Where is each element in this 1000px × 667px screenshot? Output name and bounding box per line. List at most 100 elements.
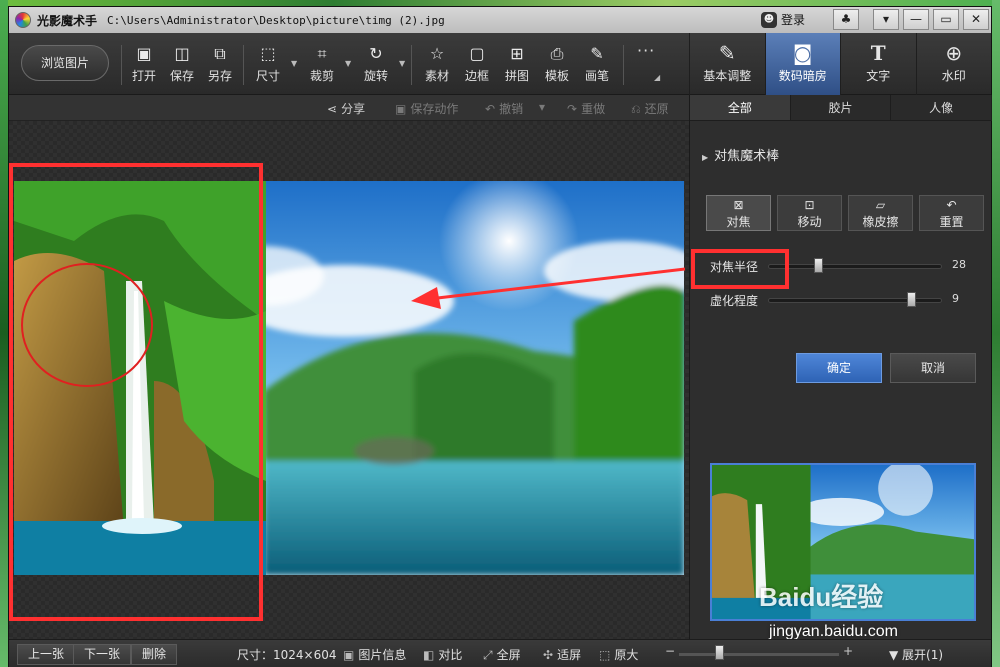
menu-icon: ▾ bbox=[882, 12, 890, 26]
tab-watermark[interactable]: ⊕ 水印 bbox=[915, 33, 992, 95]
move-button[interactable]: ⊡ 移动 bbox=[777, 195, 842, 231]
save-as-button[interactable]: ⧉ 另存 bbox=[201, 43, 239, 84]
browse-images-button[interactable]: 浏览图片 bbox=[21, 45, 109, 81]
blur-degree-slider[interactable]: 虚化程度 9 bbox=[710, 291, 980, 309]
rotate-dropdown-arrow[interactable]: ▼ bbox=[399, 59, 405, 68]
template-icon: ⎙ bbox=[550, 44, 564, 63]
confirm-button[interactable]: 确定 bbox=[796, 353, 882, 383]
action-bar: ⋖ 分享 ▣ 保存动作 ↶ 撤销 ▾ ↷ 重做 ⎌ 还原 bbox=[9, 95, 689, 121]
prev-image-button[interactable]: 上一张 bbox=[17, 644, 76, 665]
redo-button[interactable]: ↷ 重做 bbox=[567, 100, 605, 117]
save-icon: ◫ bbox=[174, 44, 190, 63]
menu-button[interactable]: ▾ bbox=[873, 9, 899, 30]
zoom-out-button[interactable]: − bbox=[665, 644, 675, 658]
zoom-slider-thumb[interactable] bbox=[715, 645, 724, 660]
maximize-button[interactable]: ▭ bbox=[933, 9, 959, 30]
slider-track[interactable] bbox=[768, 298, 942, 303]
image-canvas[interactable] bbox=[9, 121, 689, 639]
focus-wand-header[interactable]: ▶ 对焦魔术棒 bbox=[702, 145, 779, 164]
expand-filmstrip-button[interactable]: ▼ 展开(1) bbox=[889, 646, 943, 663]
image-size: 尺寸：1024×604 bbox=[237, 648, 337, 662]
annotation-circle bbox=[21, 263, 153, 387]
undo-button[interactable]: ↶ 撤销 bbox=[485, 100, 523, 117]
focus-radius-value: 28 bbox=[952, 258, 966, 271]
fit-icon: ✣ bbox=[543, 648, 554, 662]
mode-tabs: ✎ 基本调整 ◙ 数码暗房 T 文字 ⊕ 水印 bbox=[689, 33, 991, 95]
tab-label: 水印 bbox=[941, 69, 966, 83]
tab-film[interactable]: 胶片 bbox=[790, 95, 892, 120]
move-icon: ⊡ bbox=[804, 198, 815, 212]
skin-button[interactable]: ♣ bbox=[833, 9, 859, 30]
tab-label: 数码暗房 bbox=[778, 69, 827, 83]
image-info-label: 图片信息 bbox=[358, 648, 407, 662]
restore-icon: ⎌ bbox=[631, 102, 641, 116]
template-button[interactable]: ⎙ 模板 bbox=[538, 43, 576, 84]
more-tools-arrow[interactable]: ◢ bbox=[654, 73, 660, 82]
move-label: 移动 bbox=[797, 215, 822, 229]
minimize-icon: — bbox=[910, 12, 922, 26]
tab-text[interactable]: T 文字 bbox=[840, 33, 916, 95]
login-button[interactable]: ☻ 登录 bbox=[761, 11, 805, 28]
zoom-in-button[interactable]: + bbox=[843, 644, 853, 658]
brush-button[interactable]: ✎ 画笔 bbox=[578, 43, 616, 84]
fullscreen-button[interactable]: ⤢ 全屏 bbox=[483, 646, 521, 663]
reset-label: 重置 bbox=[939, 215, 964, 229]
resize-label: 尺寸 bbox=[255, 69, 280, 83]
reset-button[interactable]: ↶ 重置 bbox=[919, 195, 984, 231]
crop-button[interactable]: ⌗ 裁剪 bbox=[303, 43, 341, 84]
save-button[interactable]: ◫ 保存 bbox=[163, 43, 201, 84]
fullscreen-label: 全屏 bbox=[496, 648, 521, 662]
tab-digital-darkroom[interactable]: ◙ 数码暗房 bbox=[764, 33, 840, 95]
delete-button[interactable]: 删除 bbox=[131, 644, 178, 665]
cancel-button[interactable]: 取消 bbox=[890, 353, 976, 383]
toolbar-divider bbox=[623, 45, 624, 85]
undo-icon: ↶ bbox=[485, 102, 496, 116]
share-button[interactable]: ⋖ 分享 bbox=[327, 100, 365, 117]
fit-screen-button[interactable]: ✣ 适屏 bbox=[543, 646, 581, 663]
eraser-button[interactable]: ▱ 橡皮擦 bbox=[848, 195, 913, 231]
blur-degree-value: 9 bbox=[952, 292, 959, 305]
save-action-button[interactable]: ▣ 保存动作 bbox=[395, 100, 458, 117]
resize-button[interactable]: ⬚ 尺寸 bbox=[249, 43, 287, 84]
border-button[interactable]: ▢ 边框 bbox=[458, 43, 496, 84]
crop-dropdown-arrow[interactable]: ▼ bbox=[345, 59, 351, 68]
minimize-button[interactable]: — bbox=[903, 9, 929, 30]
tab-portrait[interactable]: 人像 bbox=[891, 95, 993, 120]
open-button[interactable]: ▣ 打开 bbox=[125, 43, 163, 84]
redo-label: 重做 bbox=[581, 102, 606, 116]
rotate-button[interactable]: ↻ 旋转 bbox=[357, 43, 395, 84]
title-bar: 光影魔术手 C:\Users\Administrator\Desktop\pic… bbox=[9, 7, 991, 33]
close-button[interactable]: ✕ bbox=[963, 9, 989, 30]
slider-track[interactable] bbox=[768, 264, 942, 269]
tab-all[interactable]: 全部 bbox=[690, 95, 791, 120]
rotate-label: 旋转 bbox=[363, 69, 388, 83]
material-button[interactable]: ☆ 素材 bbox=[418, 43, 456, 84]
shirt-icon: ♣ bbox=[840, 12, 852, 26]
more-tools-button[interactable]: ··· bbox=[637, 41, 655, 60]
save-action-icon: ▣ bbox=[395, 102, 407, 116]
close-icon: ✕ bbox=[970, 12, 982, 26]
focus-label: 对焦 bbox=[726, 215, 751, 229]
original-size-button[interactable]: ⬚ 原大 bbox=[599, 646, 638, 663]
slider-thumb[interactable] bbox=[906, 292, 916, 307]
tab-basic-adjust[interactable]: ✎ 基本调整 bbox=[689, 33, 765, 95]
slider-thumb[interactable] bbox=[814, 258, 824, 273]
original-size-label: 原大 bbox=[614, 648, 639, 662]
toolbar-divider bbox=[411, 45, 412, 85]
app-logo-icon bbox=[15, 12, 31, 28]
resize-dropdown-arrow[interactable]: ▼ bbox=[291, 59, 297, 68]
next-image-button[interactable]: 下一张 bbox=[73, 644, 132, 665]
compare-button[interactable]: ◧ 对比 bbox=[423, 646, 462, 663]
eraser-icon: ▱ bbox=[875, 198, 886, 212]
zoom-slider-track[interactable] bbox=[679, 653, 839, 656]
image-info-button[interactable]: ▣ 图片信息 bbox=[343, 646, 406, 663]
restore-button[interactable]: ⎌ 还原 bbox=[631, 100, 669, 117]
eraser-label: 橡皮擦 bbox=[862, 215, 899, 229]
border-icon: ▢ bbox=[469, 44, 485, 63]
redo-icon: ↷ bbox=[567, 102, 578, 116]
baidu-watermark: Baidu经验 jingyan.baidu.com bbox=[759, 577, 898, 640]
info-icon: ▣ bbox=[343, 648, 355, 662]
collage-button[interactable]: ⊞ 拼图 bbox=[498, 43, 536, 84]
focus-button[interactable]: ⊠ 对焦 bbox=[706, 195, 771, 231]
undo-dropdown-arrow[interactable]: ▾ bbox=[539, 100, 545, 114]
